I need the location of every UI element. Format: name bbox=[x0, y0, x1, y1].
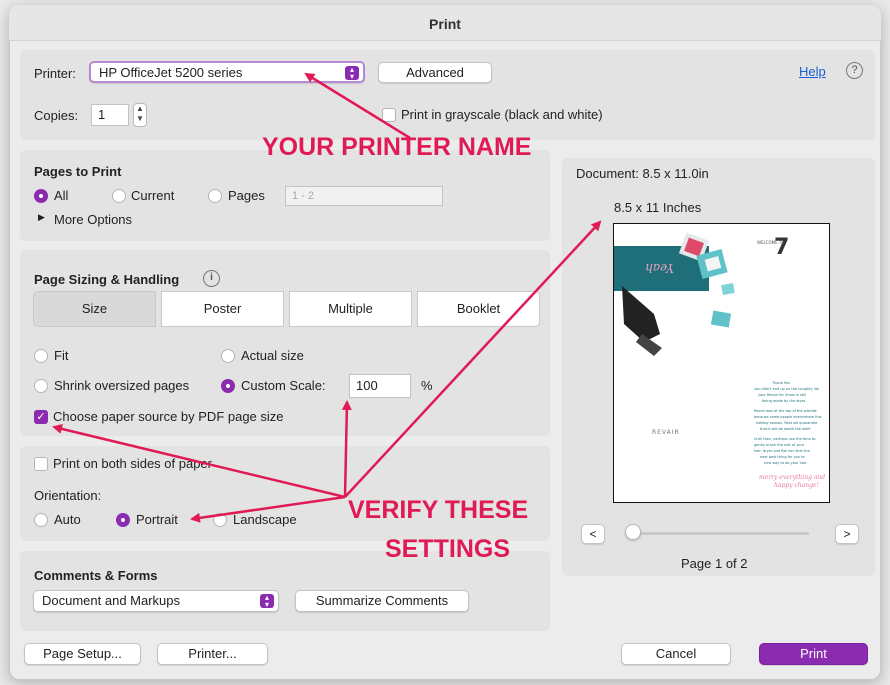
arrow-to-printer bbox=[304, 72, 411, 140]
arrow-to-portrait bbox=[190, 495, 346, 523]
annotation-printer-name: YOUR PRINTER NAME bbox=[262, 133, 532, 161]
arrow-to-custom-scale bbox=[341, 400, 352, 498]
arrow-to-preview bbox=[344, 220, 602, 498]
annotation-verify-line2: SETTINGS bbox=[385, 535, 511, 563]
annotation-verify-line1: VERIFY THESE bbox=[348, 496, 529, 524]
arrow-to-paper-source bbox=[52, 424, 346, 499]
annotation-arrows bbox=[52, 72, 602, 523]
